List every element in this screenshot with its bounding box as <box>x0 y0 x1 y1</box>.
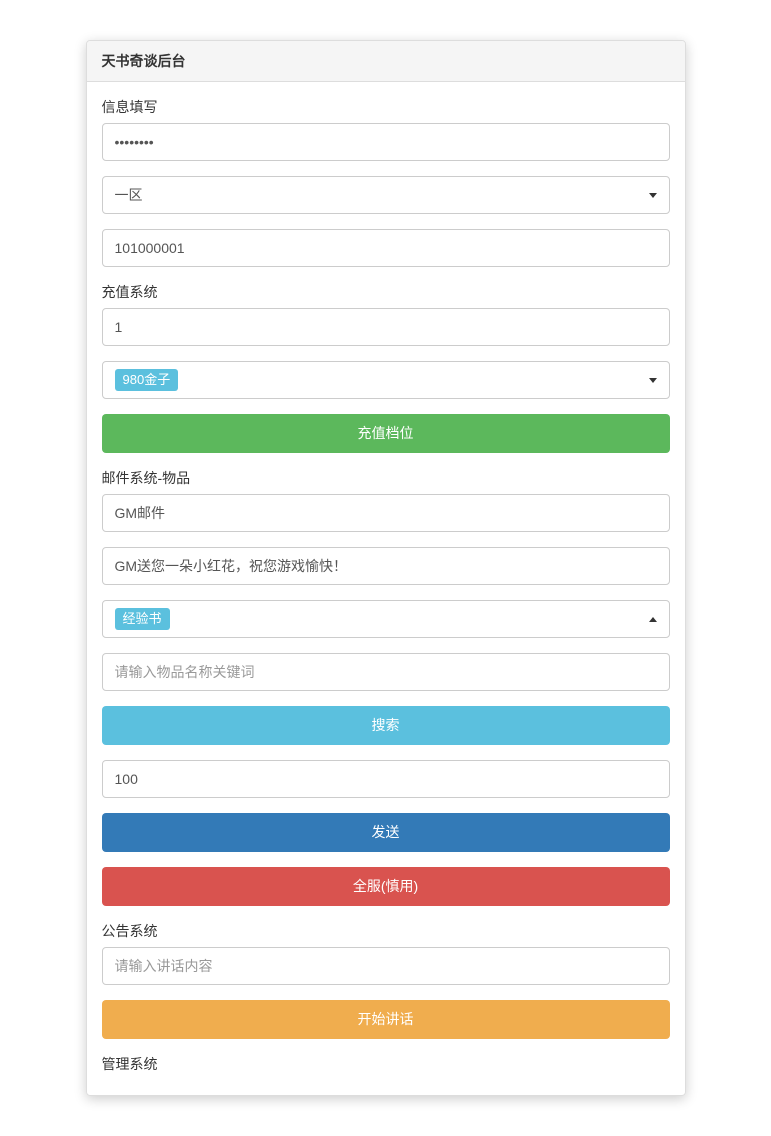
recharge-section-label: 充值系统 <box>102 282 670 302</box>
mail-search-input[interactable] <box>102 653 670 691</box>
caret-up-icon <box>649 617 657 622</box>
caret-down-icon <box>649 193 657 198</box>
player-id-input[interactable] <box>102 229 670 267</box>
mail-amount-input[interactable] <box>102 760 670 798</box>
panel-title: 天书奇谈后台 <box>87 41 685 82</box>
announce-section-label: 公告系统 <box>102 921 670 941</box>
mail-body-input[interactable] <box>102 547 670 585</box>
announce-submit-button[interactable]: 开始讲话 <box>102 1000 670 1039</box>
recharge-tier-select[interactable]: 980金子 <box>102 361 670 399</box>
mail-item-select[interactable]: 经验书 <box>102 600 670 638</box>
info-section-label: 信息填写 <box>102 97 670 117</box>
mail-section-label: 邮件系统-物品 <box>102 468 670 488</box>
announce-input[interactable] <box>102 947 670 985</box>
mail-broadcast-button[interactable]: 全服(慎用) <box>102 867 670 906</box>
zone-select[interactable]: 一区 <box>102 176 670 214</box>
mail-search-button[interactable]: 搜索 <box>102 706 670 745</box>
manage-section-label: 管理系统 <box>102 1054 670 1074</box>
recharge-quantity-input[interactable] <box>102 308 670 346</box>
mail-send-button[interactable]: 发送 <box>102 813 670 852</box>
admin-panel: 天书奇谈后台 信息填写 一区 充值系统 980金子 充值档位 邮件系统-物品 经… <box>86 40 686 1096</box>
zone-selected-value: 一区 <box>115 183 143 207</box>
mail-title-input[interactable] <box>102 494 670 532</box>
password-input[interactable] <box>102 123 670 161</box>
panel-body: 信息填写 一区 充值系统 980金子 充值档位 邮件系统-物品 经验书 搜索 发… <box>87 82 685 1095</box>
caret-down-icon <box>649 378 657 383</box>
mail-item-tag: 经验书 <box>115 608 170 630</box>
recharge-submit-button[interactable]: 充值档位 <box>102 414 670 453</box>
recharge-tier-tag: 980金子 <box>115 369 179 391</box>
